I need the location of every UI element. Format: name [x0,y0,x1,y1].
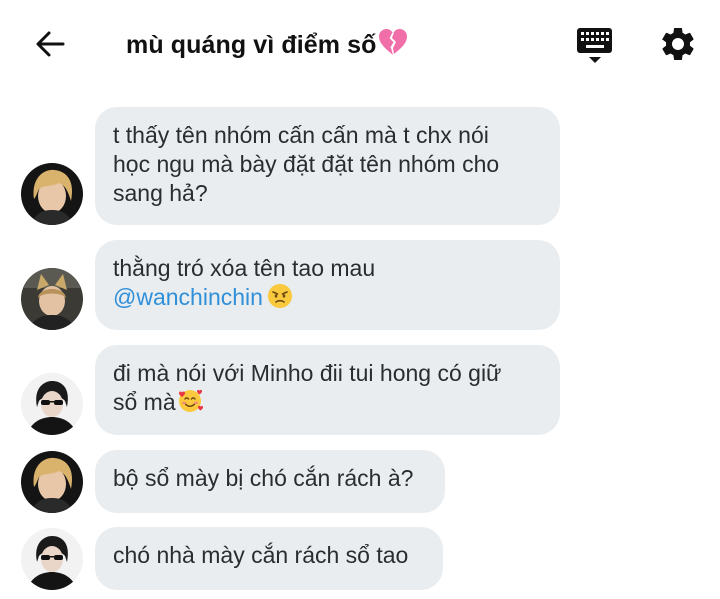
mention-link[interactable]: @wanchinchin [113,284,263,310]
message-bubble[interactable]: đi mà nói với Minho đii tui hong có giữ … [95,345,560,435]
blonde-boy-avatar[interactable] [21,451,83,513]
back-arrow-icon [36,31,65,57]
message-line: thằng tró xóa tên tao mau [113,255,376,281]
message-line: sổ mà [113,388,540,421]
message-line: @wanchinchin [113,283,540,316]
message-bubble[interactable]: thằng tró xóa tên tao mau @wanchinchin [95,240,560,330]
blonde-boy-avatar[interactable] [21,163,83,225]
message-line: sang hả? [113,180,208,206]
message-bubble[interactable]: chó nhà mày cắn rách sổ tao [95,527,443,590]
smiling-face-with-hearts-emoji [176,388,204,421]
keyboard-button[interactable] [575,26,615,66]
broken-heart-emoji [378,28,408,63]
message-bubble[interactable]: t thấy tên nhóm cấn cấn mà t chx nói học… [95,107,560,225]
settings-button[interactable] [658,24,698,64]
message-bubble[interactable]: bộ sổ mày bị chó cắn rách à? [95,450,445,513]
sunglasses-avatar[interactable] [21,528,83,590]
chat-title-text: mù quáng vì điểm số [126,31,377,59]
message-line: t thấy tên nhóm cấn cấn mà t chx nói [113,122,489,148]
chat-title: mù quáng vì điểm số [126,28,408,63]
sunglasses-avatar[interactable] [21,373,83,435]
keyboard-icon [577,28,612,63]
cat-ears-avatar[interactable] [21,268,83,330]
back-button[interactable] [30,24,70,64]
gear-icon [661,27,694,60]
angry-face-emoji [267,283,293,316]
chat-header: mù quáng vì điểm số [0,0,720,90]
message-line: đi mà nói với Minho đii tui hong có giữ [113,360,502,386]
message-line: bộ sổ mày bị chó cắn rách à? [113,465,414,491]
message-line: chó nhà mày cắn rách sổ tao [113,542,409,568]
message-line: học ngu mà bày đặt đặt tên nhóm cho [113,151,500,177]
message-text: sổ mà [113,389,176,415]
